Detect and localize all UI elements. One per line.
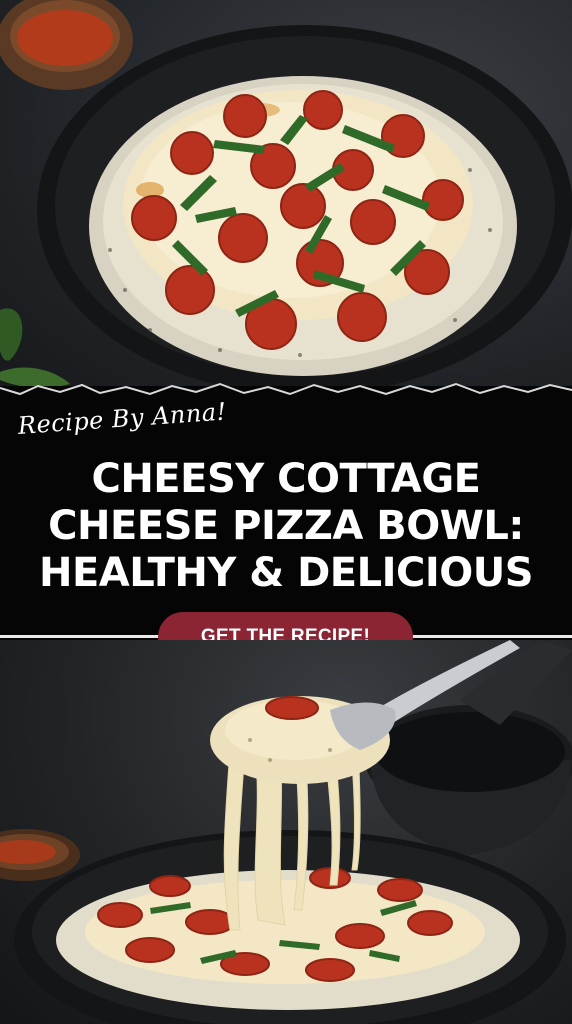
divider-left — [0, 635, 162, 638]
title-line: HEALTHY & DELICIOUS — [38, 550, 534, 596]
divider-right — [410, 635, 572, 638]
title-line: CHEESY COTTAGE — [91, 456, 481, 502]
title-line: CHEESE PIZZA BOWL: — [48, 503, 524, 549]
pin-card: Recipe By Anna! CHEESY COTTAGE CHEESE PI… — [0, 0, 572, 1024]
torn-paper-edge — [0, 382, 572, 410]
recipe-title: CHEESY COTTAGE CHEESE PIZZA BOWL: HEALTH… — [0, 456, 572, 597]
top-food-photo — [0, 0, 572, 400]
bottom-food-photo — [0, 640, 572, 1024]
